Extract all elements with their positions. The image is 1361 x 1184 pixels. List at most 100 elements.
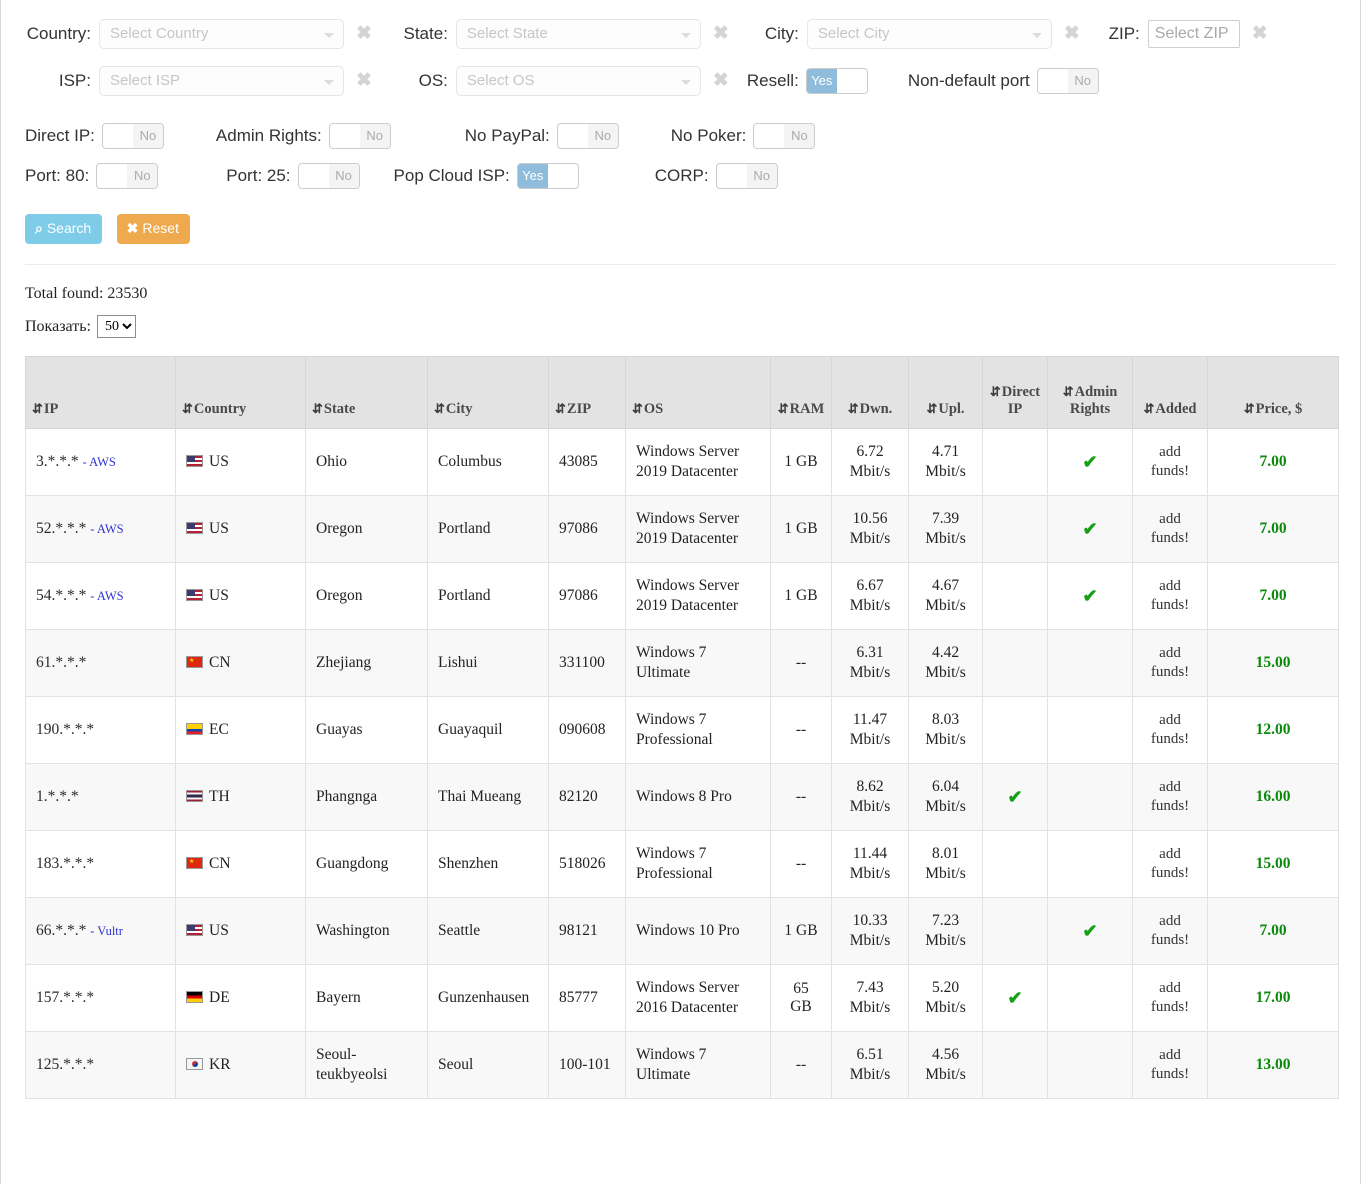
page-size-select[interactable]: 50 [96, 315, 136, 338]
admin-rights-toggle[interactable]: No [328, 123, 391, 149]
column-header-upl[interactable]: ⇵ Upl. [908, 356, 983, 429]
cell-zip: 98121 [548, 897, 626, 965]
add-funds-link[interactable]: add funds! [1143, 778, 1197, 816]
add-funds-link[interactable]: add funds! [1143, 711, 1197, 749]
cell-ip[interactable]: 183.*.*.* [25, 830, 176, 898]
ip-provider-tag[interactable]: - AWS [83, 455, 116, 469]
cell-ip[interactable]: 3.*.*.* - AWS [25, 428, 176, 496]
cell-city: Shenzhen [427, 830, 549, 898]
cell-added: add funds! [1132, 428, 1208, 496]
corp-toggle[interactable]: No [715, 163, 778, 189]
cell-ram: -- [770, 1031, 832, 1099]
cell-price: 17.00 [1207, 964, 1339, 1032]
dwn-value: 11.47 [852, 710, 888, 728]
add-funds-link[interactable]: add funds! [1143, 979, 1197, 1017]
table-row[interactable]: 190.*.*.* EC Guayas Guayaquil 090608 Windows… [25, 696, 1339, 764]
table-row[interactable]: 66.*.*.* - Vultr US Washington Seattle 98121… [25, 897, 1339, 965]
column-header-zip[interactable]: ⇵ ZIP [548, 356, 626, 429]
column-header-label: City [445, 401, 473, 417]
ip-address: 3.*.*.* [36, 453, 83, 470]
cell-os: Windows 7 Ultimate [625, 1031, 771, 1099]
table-row[interactable]: 54.*.*.* - AWS US Oregon Portland 97086 Windo… [25, 562, 1339, 630]
cn-flag-icon: ★ [186, 857, 203, 869]
ip-address: 52.*.*.* [36, 520, 91, 537]
column-header-added[interactable]: ⇵ Added [1132, 356, 1208, 429]
state-select[interactable]: Select State [455, 18, 701, 49]
column-header-ip[interactable]: ⇵ IP [25, 356, 176, 429]
pop-cloud-isp-toggle[interactable]: Yes [516, 163, 579, 189]
direct-ip-toggle[interactable]: No [101, 123, 164, 149]
column-header-ram[interactable]: ⇵ RAM [770, 356, 832, 429]
cell-country: ★ CN [175, 830, 306, 898]
table-row[interactable]: 3.*.*.* - AWS US Ohio Columbus 43085 Windows … [25, 428, 1339, 496]
table-row[interactable]: 61.*.*.* ★ CN Zhejiang Lishui 331100 Windows … [25, 629, 1339, 697]
table-row[interactable]: 125.*.*.* KR Seoul-teukbyeolsi Seoul 100-10… [25, 1031, 1339, 1099]
total-found-label: Total found: 23530 [25, 285, 148, 302]
add-funds-line: funds! [1150, 865, 1190, 881]
toggle-row-1: Direct IP: No Admin Rights: No No PayPal… [1, 116, 1360, 156]
isp-select[interactable]: Select ISP [99, 65, 344, 96]
upl-value: 8.01 [931, 844, 960, 862]
os-select[interactable]: Select OS [455, 65, 701, 96]
dwn-unit: Mbit/s [849, 932, 891, 949]
resell-toggle-value: Yes [806, 68, 837, 93]
add-funds-link[interactable]: add funds! [1143, 443, 1197, 481]
non-default-port-toggle[interactable]: No [1036, 67, 1099, 94]
column-header-os[interactable]: ⇵ OS [625, 356, 771, 429]
city-select[interactable]: Select City [806, 18, 1052, 49]
upl-unit: Mbit/s [925, 1066, 966, 1083]
cell-ip[interactable]: 61.*.*.* [25, 629, 176, 697]
upl-value: 4.56 [931, 1045, 960, 1063]
cell-ip[interactable]: 157.*.*.* [25, 964, 176, 1032]
column-header-state[interactable]: ⇵ State [305, 356, 428, 429]
cell-direct_ip [982, 629, 1048, 697]
ip-provider-tag[interactable]: - AWS [90, 589, 123, 603]
column-header-country[interactable]: ⇵ Country [175, 356, 306, 429]
table-row[interactable]: 52.*.*.* - AWS US Oregon Portland 97086 Windo… [25, 495, 1339, 563]
cell-ip[interactable]: 125.*.*.* [25, 1031, 176, 1099]
cell-price: 16.00 [1207, 763, 1339, 831]
cell-ip[interactable]: 52.*.*.* - AWS [25, 495, 176, 563]
cell-ip[interactable]: 190.*.*.* [25, 696, 176, 764]
add-funds-link[interactable]: add funds! [1143, 1046, 1197, 1084]
add-funds-link[interactable]: add funds! [1143, 912, 1197, 950]
cell-ip[interactable]: 54.*.*.* - AWS [25, 562, 176, 630]
add-funds-link[interactable]: add funds! [1143, 845, 1197, 883]
country-select[interactable]: Select Country [99, 18, 344, 49]
cell-zip: 82120 [548, 763, 626, 831]
ip-provider-tag[interactable]: - Vultr [90, 924, 123, 938]
clear-state-icon[interactable]: ✖ [713, 24, 729, 43]
de-flag-icon [186, 991, 203, 1003]
column-header-price[interactable]: ⇵ Price, $ [1207, 356, 1339, 429]
upl-unit: Mbit/s [925, 731, 966, 748]
port-25-toggle[interactable]: No [297, 163, 360, 189]
column-header-city[interactable]: ⇵ City [427, 356, 549, 429]
add-funds-link[interactable]: add funds! [1143, 644, 1197, 682]
clear-country-icon[interactable]: ✖ [356, 24, 372, 43]
cell-ip[interactable]: 1.*.*.* [25, 763, 176, 831]
zip-input[interactable]: Select ZIP [1147, 19, 1240, 48]
clear-city-icon[interactable]: ✖ [1064, 24, 1080, 43]
column-header-direct_ip[interactable]: ⇵ Direct IP [982, 356, 1048, 429]
search-button[interactable]: ⌕ Search [25, 214, 103, 244]
clear-zip-icon[interactable]: ✖ [1252, 24, 1268, 43]
add-funds-link[interactable]: add funds! [1143, 510, 1197, 548]
port-80-toggle[interactable]: No [96, 163, 159, 189]
clear-isp-icon[interactable]: ✖ [356, 71, 372, 90]
no-poker-toggle[interactable]: No [753, 123, 816, 149]
cell-os: Windows Server 2019 Datacenter [625, 495, 771, 563]
cell-price: 7.00 [1207, 428, 1339, 496]
table-row[interactable]: 183.*.*.* ★ CN Guangdong Shenzhen 518026 Wind… [25, 830, 1339, 898]
table-row[interactable]: 157.*.*.* DE Bayern Gunzenhausen 85777 Windo… [25, 964, 1339, 1032]
column-header-dwn[interactable]: ⇵ Dwn. [831, 356, 909, 429]
no-paypal-toggle[interactable]: No [556, 123, 619, 149]
sort-icon: ⇵ [1243, 401, 1255, 416]
ip-provider-tag[interactable]: - AWS [90, 522, 123, 536]
clear-os-icon[interactable]: ✖ [713, 71, 729, 90]
add-funds-link[interactable]: add funds! [1143, 577, 1197, 615]
table-row[interactable]: 1.*.*.* TH Phangnga Thai Mueang 82120 Window… [25, 763, 1339, 831]
resell-toggle[interactable]: Yes [805, 67, 868, 94]
cell-ip[interactable]: 66.*.*.* - Vultr [25, 897, 176, 965]
reset-button[interactable]: ✖ Reset [116, 214, 190, 244]
column-header-admin_rights[interactable]: ⇵ Admin Rights [1047, 356, 1133, 429]
